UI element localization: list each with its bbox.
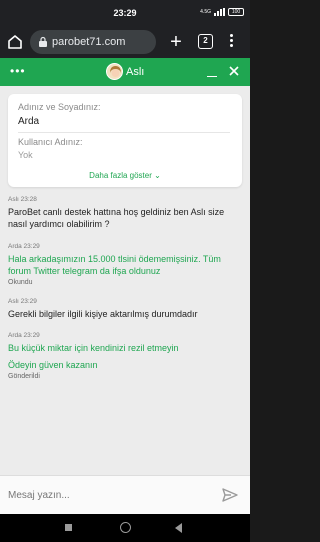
menu-icon[interactable] [226,34,236,50]
message-text: Bu küçük miktar için kendinizi rezil etm… [8,343,179,353]
status-bar: 23:29 4.5G 100 [0,0,250,26]
tabs-icon[interactable]: 2 [198,34,213,49]
status-indicators: 4.5G 100 [200,8,244,16]
agent-name: Aslı [126,66,145,78]
message-meta: Arda 23:29 [8,332,40,339]
close-icon[interactable] [228,65,240,77]
system-nav-bar [0,514,250,542]
message-input-bar [0,475,250,514]
address-bar[interactable]: parobet71.com [30,30,156,54]
browser-toolbar: parobet71.com + 2 [0,26,250,58]
lock-icon [39,36,47,47]
divider [18,132,230,133]
message-meta: Aslı 23:28 [8,196,37,203]
name-value: Arda [18,116,40,127]
url-text: parobet71.com [52,36,126,48]
message-status: Gönderildi [8,373,40,380]
chat-body: Adınız ve Soyadınız: Arda Kullanıcı Adın… [0,86,250,475]
new-tab-icon[interactable]: + [168,32,184,52]
home-icon[interactable] [6,33,24,51]
minimize-icon[interactable] [207,66,218,78]
message-input[interactable] [8,485,208,505]
message-text: Hala arkadaşımızın 15.000 tlsini ödememi… [8,254,221,276]
home-nav-icon[interactable] [120,522,131,533]
message-text: ParoBet canlı destek hattına hoş geldini… [8,207,225,229]
signal-icon [214,8,225,16]
battery-icon: 100 [228,8,244,16]
message-text: Ödeyin güven kazanın [8,360,98,370]
message-text: Gerekli bilgiler ilgili kişiye aktarılmı… [8,309,198,319]
send-icon[interactable] [222,488,238,502]
chat-header: ••• Aslı [0,58,250,86]
message-status: Okundu [8,279,33,286]
network-type: 4.5G [200,9,211,15]
recents-icon[interactable] [65,524,72,531]
back-icon[interactable] [175,523,183,533]
name-label: Adınız ve Soyadınız: [18,102,101,112]
message-meta: Aslı 23:29 [8,298,37,305]
prechat-form-card: Adınız ve Soyadınız: Arda Kullanıcı Adın… [8,94,242,187]
show-more-link[interactable]: Daha fazla göster ⌄ [8,171,242,180]
options-icon[interactable]: ••• [10,65,26,77]
username-value: Yok [18,150,33,160]
username-label: Kullanıcı Adınız: [18,137,83,147]
message-meta: Arda 23:29 [8,243,40,250]
agent-avatar [106,63,123,80]
